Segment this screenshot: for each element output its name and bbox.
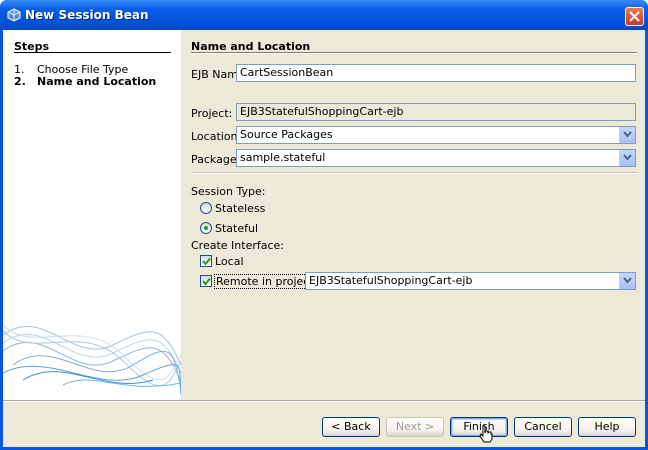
check-icon: [202, 277, 211, 286]
hand-cursor-icon: [479, 425, 493, 443]
next-button[interactable]: Next >: [386, 417, 444, 437]
stateless-radio[interactable]: [200, 202, 212, 214]
package-select[interactable]: sample.stateful: [236, 149, 636, 167]
chevron-down-icon: [623, 277, 632, 284]
package-label: Package:: [191, 153, 241, 166]
decorative-waves: [3, 324, 181, 396]
button-bar-divider: [3, 400, 645, 402]
section-divider: [191, 172, 637, 174]
title-bar[interactable]: New Session Bean: [0, 0, 648, 30]
remote-project-dropdown-button[interactable]: [619, 273, 635, 289]
create-interface-label: Create Interface:: [191, 239, 285, 252]
location-dropdown-button[interactable]: [619, 127, 635, 143]
steps-divider: [14, 52, 171, 53]
remote-project-select[interactable]: EJB3StatefulShoppingCart-ejb: [305, 272, 636, 290]
window-title: New Session Bean: [25, 8, 149, 22]
chevron-down-icon: [623, 154, 632, 161]
session-type-label: Session Type:: [191, 185, 266, 198]
project-label: Project:: [191, 107, 233, 120]
radio-selected-dot: [204, 226, 208, 230]
chevron-down-icon: [623, 131, 632, 138]
stateless-label[interactable]: Stateless: [215, 202, 265, 215]
remote-label[interactable]: Remote in project:: [214, 274, 320, 289]
step-label: Name and Location: [37, 75, 157, 88]
step-number: 2.: [14, 75, 26, 88]
steps-panel: Steps 1. Choose File Type 2. Name and Lo…: [3, 30, 181, 400]
name-location-panel: Name and Location EJB Name: CartSessionB…: [181, 30, 645, 400]
panel-title-divider: [191, 52, 637, 54]
help-button[interactable]: Help: [578, 417, 636, 437]
project-field: EJB3StatefulShoppingCart-ejb: [236, 103, 636, 121]
bean-icon: [7, 8, 21, 22]
remote-checkbox[interactable]: [200, 275, 212, 287]
back-button[interactable]: < Back: [322, 417, 380, 437]
ejb-name-field[interactable]: CartSessionBean: [236, 64, 636, 82]
cancel-button[interactable]: Cancel: [514, 417, 572, 437]
location-label: Location:: [191, 130, 242, 143]
remote-project-value: EJB3StatefulShoppingCart-ejb: [309, 274, 473, 287]
location-value: Source Packages: [240, 128, 333, 141]
stateful-label[interactable]: Stateful: [215, 222, 258, 235]
local-label[interactable]: Local: [215, 255, 244, 268]
dialog-window: New Session Bean Steps 1. Choose File Ty…: [0, 0, 648, 450]
dialog-body: Steps 1. Choose File Type 2. Name and Lo…: [3, 30, 645, 447]
close-button[interactable]: [625, 7, 644, 26]
package-value: sample.stateful: [240, 151, 326, 164]
location-select[interactable]: Source Packages: [236, 126, 636, 144]
local-checkbox[interactable]: [200, 255, 212, 267]
check-icon: [202, 257, 211, 266]
package-dropdown-button[interactable]: [619, 150, 635, 166]
stateful-radio[interactable]: [200, 222, 212, 234]
close-icon: [629, 11, 640, 22]
